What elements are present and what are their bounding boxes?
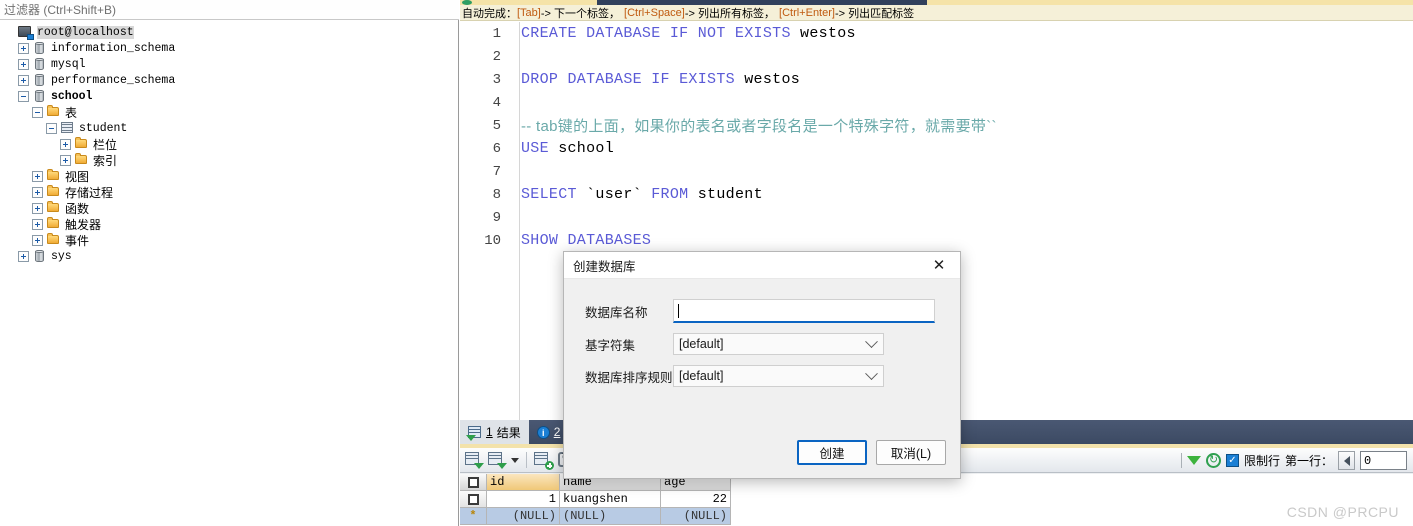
charset-value: [default] [679,337,724,351]
label-collation: 数据库排序规则 [585,370,673,385]
create-database-dialog: 创建数据库 ✕ 数据库名称 基字符集 [default] 数据库排序规则 [de… [563,251,961,479]
field-row-collation: 数据库排序规则 [default] [564,365,960,387]
text-caret [678,303,679,318]
watermark: CSDN @PRCPU [1286,504,1399,520]
dialog-titlebar: 创建数据库 ✕ [564,252,960,279]
collation-select[interactable]: [default] [673,365,884,387]
create-button[interactable]: 创建 [797,439,867,465]
charset-select[interactable]: [default] [673,333,884,355]
dialog-body: 数据库名称 基字符集 [default] 数据库排序规则 [default] [564,279,960,387]
chevron-down-icon [865,334,878,348]
label-db-name: 数据库名称 [585,305,648,320]
field-row-db-name: 数据库名称 [564,299,960,323]
field-row-charset: 基字符集 [default] [564,333,960,355]
dialog-footer: 创建 取消(L) [564,426,962,478]
chevron-down-icon [865,366,878,380]
label-charset: 基字符集 [585,338,636,353]
app-root: 过滤器 (Ctrl+Shift+B) root@localhost informa… [0,0,1413,526]
close-icon[interactable]: ✕ [918,252,960,279]
db-name-input[interactable] [673,299,935,323]
dialog-title: 创建数据库 [573,259,636,274]
collation-value: [default] [679,369,724,383]
cancel-button[interactable]: 取消(L) [876,439,946,465]
dialog-backdrop: 创建数据库 ✕ 数据库名称 基字符集 [default] 数据库排序规则 [de… [0,0,1413,526]
